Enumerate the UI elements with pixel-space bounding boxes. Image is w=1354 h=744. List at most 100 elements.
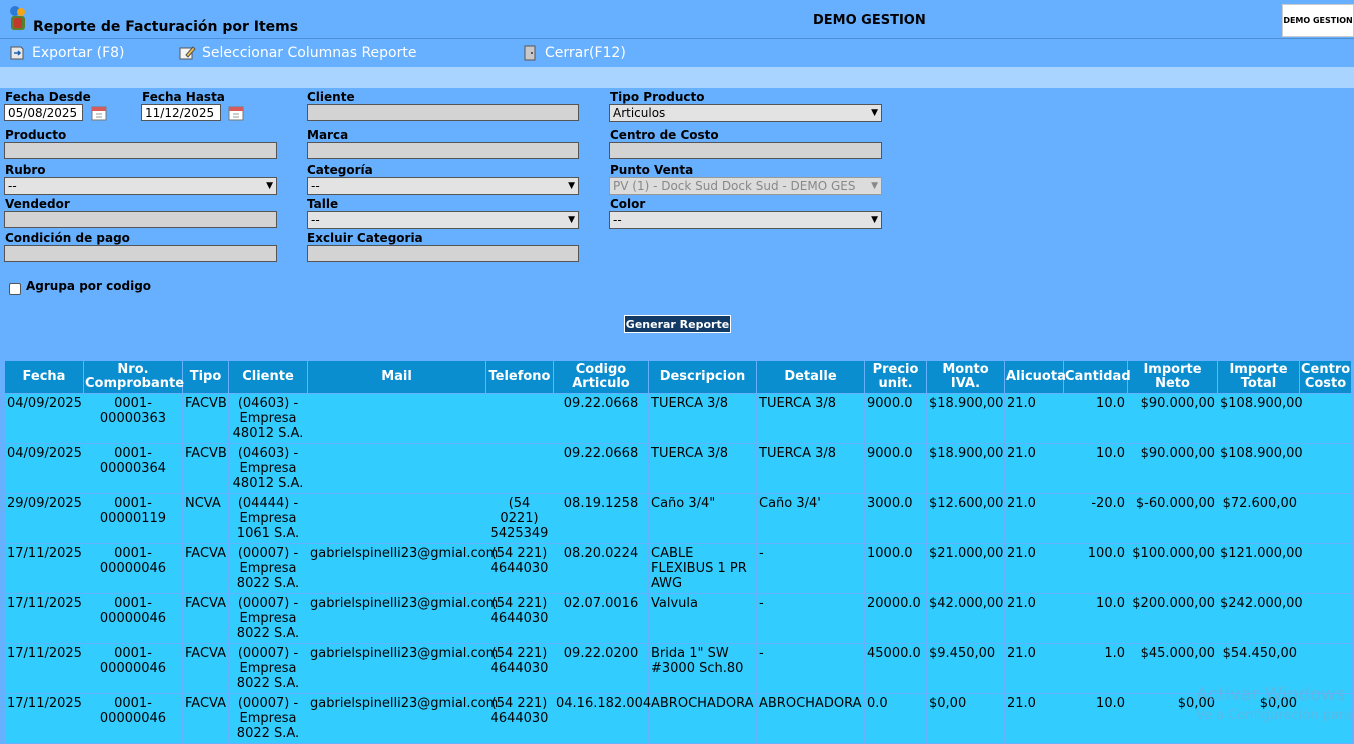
table-cell: FACVB (182, 393, 229, 444)
table-cell: (54 221) 4644030 (485, 693, 554, 744)
watermark-subtitle: Ve a Configuración para (1196, 708, 1352, 723)
table-cell: 9000.0 (864, 393, 927, 444)
producto-label: Producto (5, 128, 67, 142)
table-row[interactable]: 17/11/2025 0001-00000046 FACVA (00007) - Em… (4, 643, 1352, 694)
table-cell: TUERCA 3/8 (648, 443, 757, 494)
column-header[interactable]: Importe Neto (1127, 360, 1218, 394)
column-header[interactable]: Mail (307, 360, 486, 394)
table-cell: 17/11/2025 (4, 643, 84, 694)
vendedor-input[interactable] (4, 211, 277, 228)
app-logo-icon (10, 6, 25, 30)
table-cell: TUERCA 3/8 (648, 393, 757, 444)
column-header[interactable]: Cliente (228, 360, 308, 394)
table-cell: TUERCA 3/8 (756, 443, 865, 494)
cliente-input[interactable] (307, 104, 579, 121)
column-header[interactable]: Fecha (4, 360, 84, 394)
talle-select[interactable]: -- ▼ (307, 211, 579, 229)
column-header[interactable]: Detalle (756, 360, 865, 394)
table-header-row: Fecha Nro. Comprobante Tipo Cliente Mail Tele… (4, 360, 1352, 394)
table-cell: $18.900,00 (926, 443, 1005, 494)
close-button[interactable]: Cerrar(F12) (521, 44, 626, 62)
excluir-categoria-input[interactable] (307, 245, 579, 262)
talle-label: Talle (307, 197, 339, 211)
chevron-down-icon: ▼ (871, 181, 878, 191)
table-cell: $100.000,00 (1127, 543, 1218, 594)
producto-input[interactable] (4, 142, 277, 159)
calendar-icon[interactable] (89, 103, 109, 123)
table-cell (1299, 393, 1352, 444)
table-cell: 0001-00000046 (83, 543, 183, 594)
vendedor-label: Vendedor (5, 197, 70, 211)
column-header[interactable]: Precio unit. (864, 360, 927, 394)
categoria-select[interactable]: -- ▼ (307, 177, 579, 195)
company-logo: DEMO GESTION (1282, 4, 1354, 37)
table-cell: Caño 3/4" (648, 493, 757, 544)
export-button[interactable]: Exportar (F8) (8, 44, 125, 62)
table-cell (307, 493, 486, 544)
table-cell: $200.000,00 (1127, 593, 1218, 644)
table-row[interactable]: 17/11/2025 0001-00000046 FACVA (00007) - Em… (4, 593, 1352, 644)
table-cell: 0.0 (864, 693, 927, 744)
column-header[interactable]: Descripcion (648, 360, 757, 394)
rubro-value: -- (8, 179, 17, 193)
table-cell: 3000.0 (864, 493, 927, 544)
marca-input[interactable] (307, 142, 579, 159)
fecha-desde-input[interactable] (4, 104, 83, 121)
table-cell: 21.0 (1004, 443, 1064, 494)
table-row[interactable]: 04/09/2025 0001-00000364 FACVB (04603) - Em… (4, 443, 1352, 494)
condicion-pago-input[interactable] (4, 245, 277, 262)
condicion-pago-label: Condición de pago (5, 231, 130, 245)
table-cell: 10.0 (1063, 393, 1128, 444)
select-columns-button[interactable]: Seleccionar Columnas Reporte (178, 44, 416, 62)
table-cell: 04/09/2025 (4, 443, 84, 494)
export-label: Exportar (F8) (32, 45, 125, 61)
column-header[interactable]: Nro. Comprobante (83, 360, 184, 394)
table-row[interactable]: 29/09/2025 0001-00000119 NCVA (04444) - Emp… (4, 493, 1352, 544)
table-cell: 09.22.0668 (553, 443, 649, 494)
table-cell: $242.000,00 (1217, 593, 1303, 644)
rubro-label: Rubro (5, 163, 46, 177)
fecha-hasta-input[interactable] (141, 104, 221, 121)
column-header[interactable]: Monto IVA. (926, 360, 1005, 394)
table-cell: FACVB (182, 443, 229, 494)
table-cell: 45000.0 (864, 643, 927, 694)
generate-report-button[interactable]: Generar Reporte (624, 315, 731, 333)
table-row[interactable]: 04/09/2025 0001-00000363 FACVB (04603) - Em… (4, 393, 1352, 444)
table-row[interactable]: 17/11/2025 0001-00000046 FACVA (00007) - Em… (4, 543, 1352, 594)
table-cell: gabrielspinelli23@gmial.com (307, 693, 498, 744)
table-cell: 17/11/2025 (4, 693, 84, 744)
table-cell: 09.22.0668 (553, 393, 649, 444)
tipo-producto-select[interactable]: Articulos ▼ (609, 104, 882, 122)
column-header[interactable]: Telefono (485, 360, 554, 394)
calendar-icon[interactable] (226, 103, 246, 123)
column-header[interactable]: Codigo Articulo (553, 360, 649, 394)
punto-venta-select: PV (1) - Dock Sud Dock Sud - DEMO GES ▼ (609, 177, 882, 195)
table-row[interactable]: 17/11/2025 0001-00000046 FACVA (00007) - Em… (4, 693, 1352, 744)
column-header[interactable]: Tipo (182, 360, 229, 394)
table-cell: (04603) - Empresa 48012 S.A. (228, 443, 308, 494)
table-cell: ABROCHADORA (756, 693, 865, 744)
table-cell: 100.0 (1063, 543, 1128, 594)
column-header[interactable]: Centro Costo (1299, 360, 1352, 394)
table-cell: - (756, 543, 865, 594)
centro-costo-input[interactable] (609, 142, 882, 159)
table-cell: $21.000,00 (926, 543, 1005, 594)
column-header[interactable]: Alicuota (1004, 360, 1066, 394)
table-cell: 20000.0 (864, 593, 927, 644)
watermark-title: Activar Windows (1196, 684, 1346, 705)
rubro-select[interactable]: -- ▼ (4, 177, 277, 195)
agrupa-checkbox[interactable] (9, 283, 21, 295)
column-header[interactable]: Cantidad (1063, 360, 1131, 394)
table-cell: (00007) - Empresa 8022 S.A. (228, 543, 308, 594)
table-cell: 1000.0 (864, 543, 927, 594)
table-cell: 09.22.0200 (553, 643, 649, 694)
table-cell: 0001-00000364 (83, 443, 183, 494)
table-cell: 10.0 (1063, 593, 1128, 644)
table-cell: 9000.0 (864, 443, 927, 494)
table-cell: (00007) - Empresa 8022 S.A. (228, 693, 308, 744)
chevron-down-icon: ▼ (568, 181, 575, 191)
table-cell: 04/09/2025 (4, 393, 84, 444)
color-select[interactable]: -- ▼ (609, 211, 882, 229)
column-header[interactable]: Importe Total (1217, 360, 1300, 394)
close-door-icon (524, 45, 536, 61)
